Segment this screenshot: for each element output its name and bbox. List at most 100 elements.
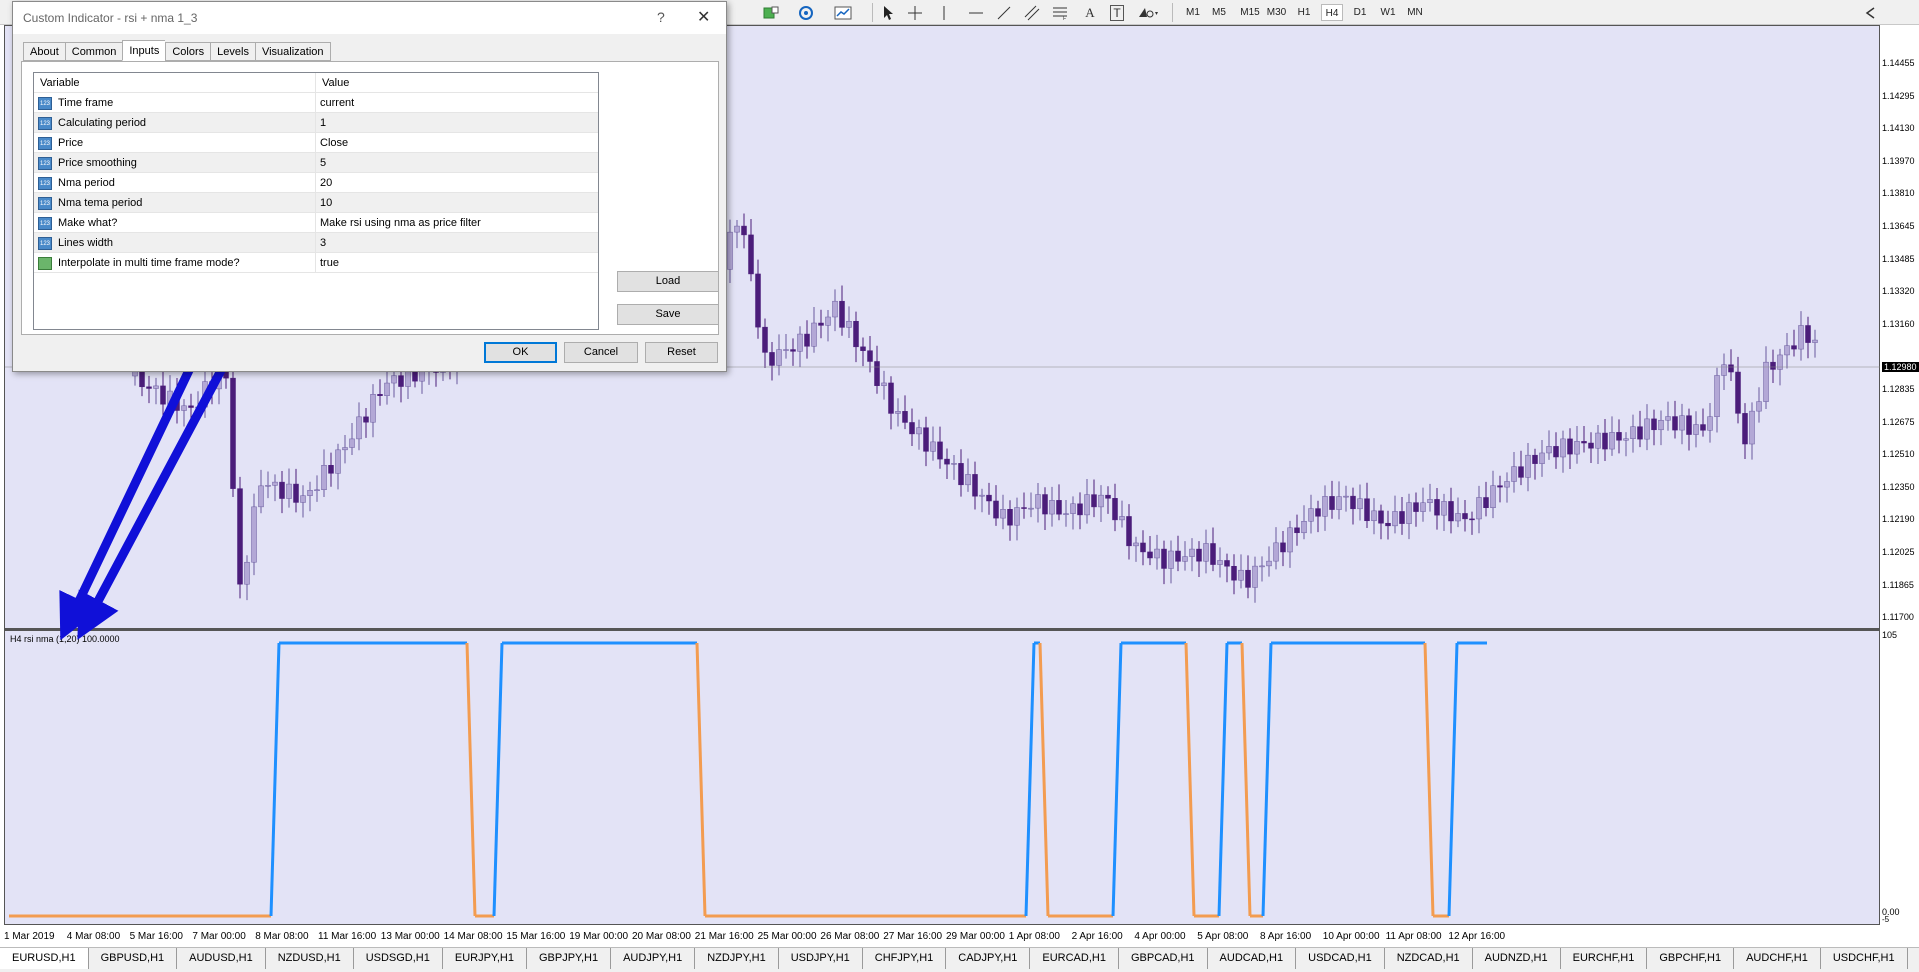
vline-icon[interactable] bbox=[938, 3, 950, 22]
candle-body bbox=[741, 225, 747, 236]
symbol-tab-nzdjpy[interactable]: NZDJPY,H1 bbox=[695, 948, 779, 969]
timeframe-h4[interactable]: H4 bbox=[1321, 4, 1343, 21]
help-icon[interactable]: ? bbox=[657, 9, 665, 25]
tab-about[interactable]: About bbox=[23, 42, 65, 61]
candle-body bbox=[1231, 565, 1237, 581]
price-tick-label: 1.13970 bbox=[1882, 155, 1915, 166]
candle-body bbox=[1000, 509, 1006, 519]
cancel-button[interactable]: Cancel bbox=[564, 342, 638, 363]
symbol-tab-nzdusd[interactable]: NZDUSD,H1 bbox=[266, 948, 354, 969]
timeframe-m5[interactable]: M5 bbox=[1208, 4, 1230, 21]
candle-body bbox=[146, 386, 152, 389]
symbol-tab-audusd[interactable]: AUDUSD,H1 bbox=[177, 948, 266, 969]
symbol-tab-gbpjpy[interactable]: GBPJPY,H1 bbox=[527, 948, 612, 969]
close-chart-icon[interactable] bbox=[1860, 3, 1880, 22]
time-tick-label: 7 Mar 00:00 bbox=[192, 931, 246, 942]
input-row[interactable]: Interpolate in multi time frame mode? tru… bbox=[34, 253, 598, 273]
price-axis[interactable]: 1.14455 1.14295 1.14130 1.13970 1.13810 1.136… bbox=[1880, 25, 1919, 629]
candle-body bbox=[951, 463, 957, 465]
input-value[interactable]: 1 bbox=[316, 113, 598, 133]
candle-body bbox=[1567, 438, 1573, 455]
hline-icon[interactable] bbox=[966, 3, 986, 22]
candle-body bbox=[1546, 446, 1552, 454]
symbol-tab-audchf[interactable]: AUDCHF,H1 bbox=[1734, 948, 1821, 969]
tab-visualization[interactable]: Visualization bbox=[254, 42, 331, 61]
input-value[interactable]: Close bbox=[316, 133, 598, 153]
candle-body bbox=[930, 441, 936, 452]
timeframe-m15[interactable]: M15 bbox=[1237, 4, 1263, 21]
input-value[interactable]: 5 bbox=[316, 153, 598, 173]
text-icon[interactable]: A bbox=[1080, 3, 1100, 22]
input-value[interactable]: 20 bbox=[316, 173, 598, 193]
candle-body bbox=[1021, 507, 1027, 509]
symbol-tab-chfjpy[interactable]: CHFJPY,H1 bbox=[863, 948, 947, 969]
tab-common[interactable]: Common bbox=[64, 42, 123, 61]
tab-inputs[interactable]: Inputs bbox=[122, 40, 166, 61]
tab-levels[interactable]: Levels bbox=[210, 42, 255, 61]
indicator-transition bbox=[1423, 642, 1435, 917]
symbol-tab-eurusd[interactable]: EURUSD,H1 bbox=[0, 948, 89, 969]
symbol-tab-eurcad[interactable]: EURCAD,H1 bbox=[1030, 948, 1119, 969]
timeframe-h1[interactable]: H1 bbox=[1293, 4, 1315, 21]
candle-body bbox=[328, 465, 334, 474]
dialog-titlebar[interactable]: Custom Indicator - rsi + nma 1_3 ? ✕ bbox=[13, 2, 726, 34]
symbol-tab-usdchf[interactable]: USDCHF,H1 bbox=[1821, 948, 1908, 969]
input-row[interactable]: 123 Price smoothing 5 bbox=[34, 153, 598, 173]
save-button[interactable]: Save bbox=[617, 304, 719, 325]
crosshair-icon[interactable] bbox=[905, 3, 925, 22]
close-icon[interactable]: ✕ bbox=[697, 7, 710, 27]
symbol-tab-gbpusd[interactable]: GBPUSD,H1 bbox=[89, 948, 178, 969]
input-row[interactable]: 123 Price Close bbox=[34, 133, 598, 153]
symbol-tab-audjpy[interactable]: AUDJPY,H1 bbox=[611, 948, 696, 969]
label-icon[interactable]: T bbox=[1107, 3, 1127, 22]
chart-type-icon[interactable] bbox=[832, 3, 854, 22]
input-value[interactable]: current bbox=[316, 93, 598, 113]
trendline-icon[interactable] bbox=[994, 3, 1014, 22]
timeframe-m1[interactable]: M1 bbox=[1182, 4, 1204, 21]
input-row[interactable]: 123 Time frame current bbox=[34, 93, 598, 113]
timeframe-mn[interactable]: MN bbox=[1404, 4, 1426, 21]
symbol-tab-eurjpy[interactable]: EURJPY,H1 bbox=[443, 948, 527, 969]
timeframe-w1[interactable]: W1 bbox=[1376, 4, 1400, 21]
symbol-tab-eurchf[interactable]: EURCHF,H1 bbox=[1561, 948, 1648, 969]
input-row[interactable]: 123 Nma tema period 10 bbox=[34, 193, 598, 213]
ok-button[interactable]: OK bbox=[484, 342, 557, 363]
input-variable-label: Nma tema period bbox=[58, 197, 143, 209]
tab-colors[interactable]: Colors bbox=[165, 42, 211, 61]
candle-body bbox=[1385, 522, 1391, 527]
reset-button[interactable]: Reset bbox=[645, 342, 718, 363]
symbol-tab-usdsgd[interactable]: USDSGD,H1 bbox=[354, 948, 443, 969]
candle-body bbox=[923, 427, 929, 452]
input-value[interactable]: 10 bbox=[316, 193, 598, 213]
input-value[interactable]: Make rsi using nma as price filter bbox=[316, 213, 598, 233]
input-value[interactable]: 3 bbox=[316, 233, 598, 253]
symbol-tab-nzdcad[interactable]: NZDCAD,H1 bbox=[1385, 948, 1473, 969]
cursor-icon[interactable] bbox=[878, 3, 898, 22]
symbol-tab-gbpcad[interactable]: GBPCAD,H1 bbox=[1119, 948, 1208, 969]
symbol-tab-audnzd[interactable]: AUDNZD,H1 bbox=[1473, 948, 1561, 969]
symbol-tab-gbpchf[interactable]: GBPCHF,H1 bbox=[1647, 948, 1735, 969]
input-row[interactable]: 123 Make what? Make rsi using nma as price… bbox=[34, 213, 598, 233]
input-row[interactable]: 123 Lines width 3 bbox=[34, 233, 598, 253]
input-value[interactable]: true bbox=[316, 253, 598, 273]
symbol-tab-cadjpy[interactable]: CADJPY,H1 bbox=[946, 948, 1031, 969]
indicator-window[interactable]: H4 rsi nma (1,20) 100.0000 bbox=[4, 629, 1880, 925]
symbol-tab-audcad[interactable]: AUDCAD,H1 bbox=[1208, 948, 1297, 969]
input-row[interactable]: 123 Calculating period 1 bbox=[34, 113, 598, 133]
channel-icon[interactable] bbox=[1022, 3, 1042, 22]
input-row[interactable]: 123 Nma period 20 bbox=[34, 173, 598, 193]
candle-body bbox=[748, 234, 754, 275]
candle-body bbox=[1497, 485, 1503, 488]
input-variable-label: Price bbox=[58, 137, 84, 149]
load-button[interactable]: Load bbox=[617, 271, 719, 292]
candle-body bbox=[237, 488, 243, 585]
new-order-icon[interactable] bbox=[760, 3, 782, 22]
timeframe-m30[interactable]: M30 bbox=[1264, 4, 1289, 21]
shapes-icon[interactable] bbox=[1134, 3, 1162, 22]
timeframe-d1[interactable]: D1 bbox=[1349, 4, 1371, 21]
symbol-tab-usdjpy[interactable]: USDJPY,H1 bbox=[779, 948, 863, 969]
symbol-tab-usdcad[interactable]: USDCAD,H1 bbox=[1296, 948, 1385, 969]
fibo-icon[interactable]: F bbox=[1050, 3, 1070, 22]
navigate-icon[interactable] bbox=[795, 3, 817, 22]
candle-body bbox=[153, 385, 159, 389]
